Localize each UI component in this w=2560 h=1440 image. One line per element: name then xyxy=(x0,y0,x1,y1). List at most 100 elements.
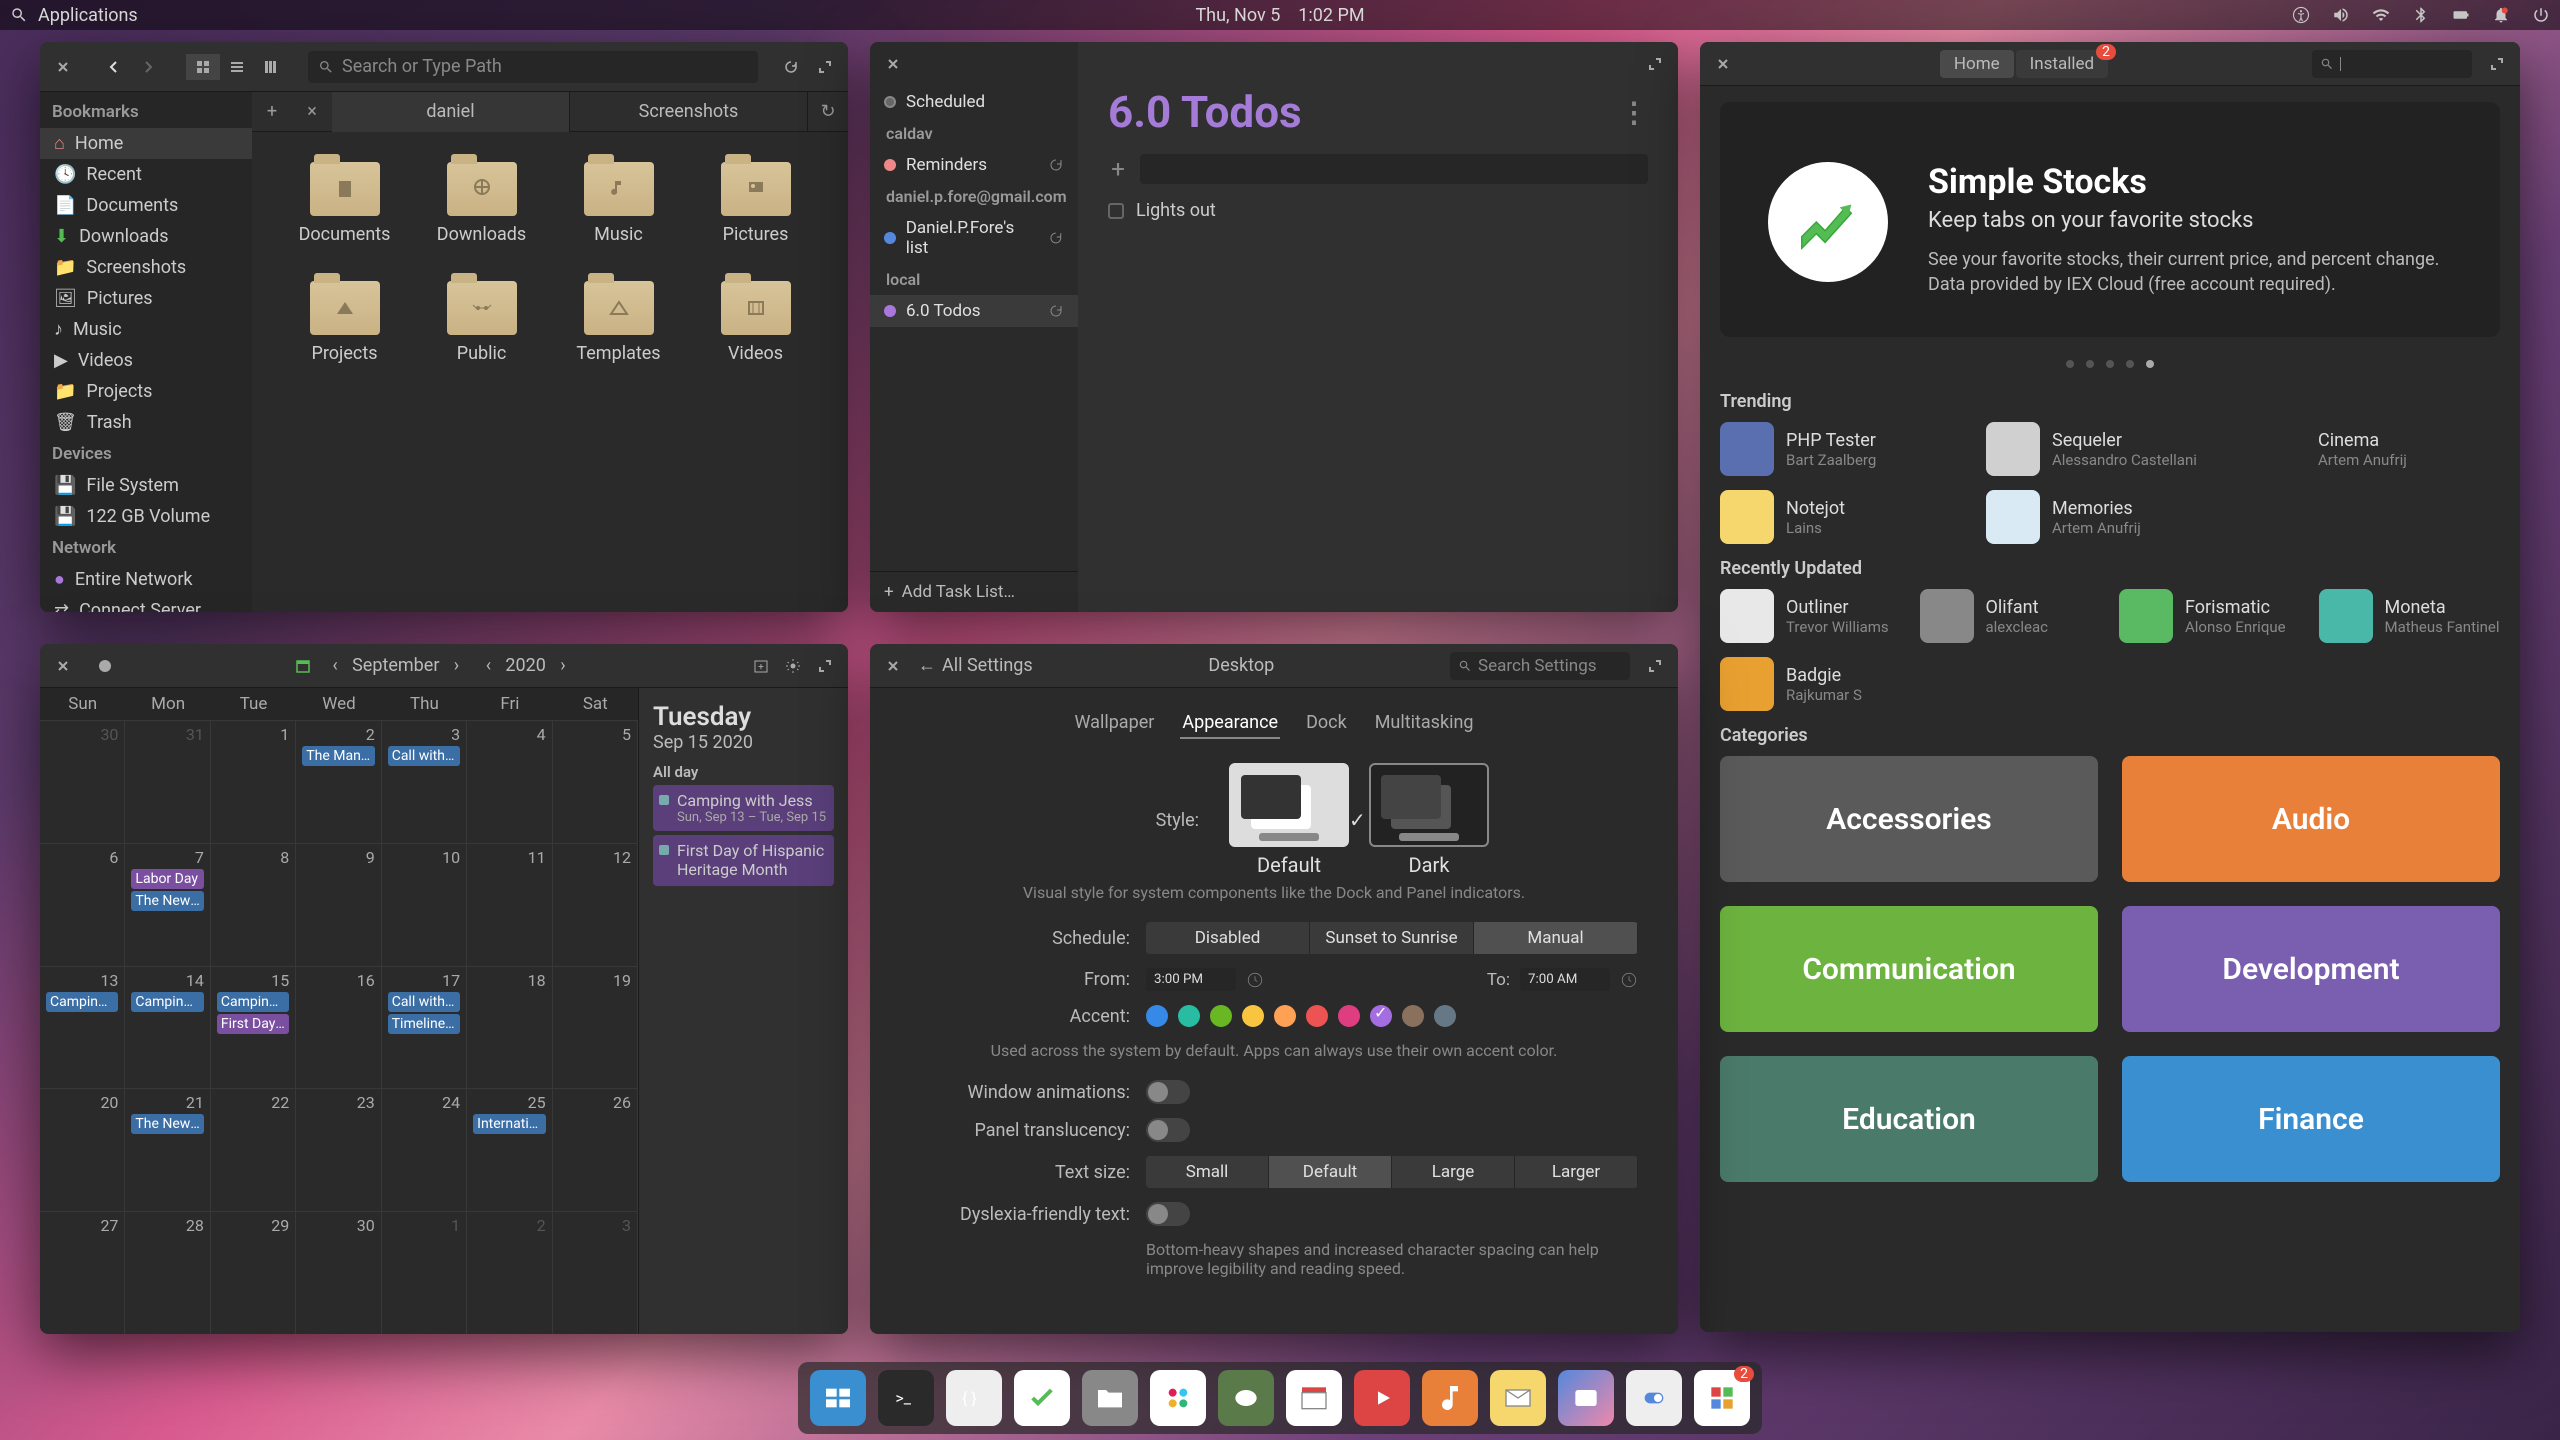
category-finance[interactable]: Finance xyxy=(2122,1056,2500,1182)
agenda-event[interactable]: Camping with JessSun, Sep 13 – Tue, Sep … xyxy=(653,785,834,831)
accent-color[interactable] xyxy=(1306,1005,1328,1027)
category-accessories[interactable]: Accessories xyxy=(1720,756,2098,882)
close-button[interactable] xyxy=(50,54,76,80)
accent-color[interactable] xyxy=(1274,1005,1296,1027)
view-list-button[interactable] xyxy=(220,54,254,80)
calendar-cell[interactable]: 24 xyxy=(382,1089,467,1211)
folder-projects[interactable]: Projects xyxy=(276,281,413,364)
dock-music[interactable] xyxy=(1422,1370,1478,1426)
accent-color[interactable] xyxy=(1370,1005,1392,1027)
battery-icon[interactable] xyxy=(2452,6,2470,24)
tab-appearance[interactable]: Appearance xyxy=(1180,708,1280,739)
calendar-cell[interactable]: 13Camping … xyxy=(40,967,125,1089)
todo-item[interactable]: Lights out xyxy=(1108,196,1648,225)
sidebar-item-documents[interactable]: 📄Documents xyxy=(40,190,252,221)
close-button[interactable] xyxy=(880,653,906,679)
sidebar-item-screenshots[interactable]: 📁Screenshots xyxy=(40,252,252,283)
panel-toggle[interactable] xyxy=(1146,1118,1190,1142)
calendar-cell[interactable]: 14Camping … xyxy=(125,967,210,1089)
wifi-icon[interactable] xyxy=(2372,6,2390,24)
sidebar-item-downloads[interactable]: ⬇Downloads xyxy=(40,221,252,252)
sidebar-item-volume[interactable]: 💾122 GB Volume xyxy=(40,501,252,532)
calendar-cell[interactable]: 12 xyxy=(553,844,638,966)
app-tile[interactable]: Olifantalexcleac xyxy=(1920,589,2102,643)
dock-gimp[interactable] xyxy=(1218,1370,1274,1426)
maximize-button[interactable] xyxy=(812,653,838,679)
accent-color[interactable] xyxy=(1434,1005,1456,1027)
accent-color[interactable] xyxy=(1402,1005,1424,1027)
dock-code[interactable]: { } xyxy=(946,1370,1002,1426)
path-bar[interactable]: Search or Type Path xyxy=(308,51,758,83)
back-button[interactable] xyxy=(101,54,127,80)
category-communication[interactable]: Communication xyxy=(1720,906,2098,1032)
tab-dock[interactable]: Dock xyxy=(1304,708,1349,739)
calendar-cell[interactable]: 20 xyxy=(40,1089,125,1211)
settings-search[interactable]: Search Settings xyxy=(1450,652,1630,680)
folder-downloads[interactable]: Downloads xyxy=(413,162,550,245)
month-label[interactable]: September xyxy=(352,655,439,676)
app-tile[interactable]: MemoriesArtem Anufrij xyxy=(1986,490,2234,544)
add-todo-button[interactable]: + xyxy=(1108,155,1128,183)
tab-screenshots[interactable]: Screenshots xyxy=(570,92,808,132)
calendar-cell[interactable]: 31 xyxy=(125,721,210,843)
dock-calendar[interactable] xyxy=(1286,1370,1342,1426)
calendar-cell[interactable]: 3Call with … xyxy=(382,721,467,843)
accent-color[interactable] xyxy=(1178,1005,1200,1027)
dock-files[interactable] xyxy=(1082,1370,1138,1426)
calendar-cell[interactable]: 9 xyxy=(296,844,381,966)
dock-terminal[interactable]: >_ xyxy=(878,1370,934,1426)
app-tile[interactable]: PHP TesterBart Zaalberg xyxy=(1720,422,1968,476)
bluetooth-icon[interactable] xyxy=(2412,6,2430,24)
search-input[interactable] xyxy=(2312,50,2472,78)
calendar-cell[interactable]: 5 xyxy=(553,721,638,843)
maximize-button[interactable] xyxy=(2484,51,2510,77)
accent-color[interactable] xyxy=(1210,1005,1232,1027)
sidebar-item-videos[interactable]: ▶Videos xyxy=(40,345,252,376)
calendar-cell[interactable]: 1 xyxy=(382,1212,467,1334)
view-columns-button[interactable] xyxy=(254,54,288,80)
calendar-cell[interactable]: 2The Man… xyxy=(296,721,381,843)
online-accounts-icon[interactable] xyxy=(92,653,118,679)
app-tile[interactable]: BadgieRajkumar S xyxy=(1720,657,1902,711)
calendar-cell[interactable]: 23 xyxy=(296,1089,381,1211)
more-icon[interactable]: ⋮ xyxy=(1620,96,1648,129)
category-education[interactable]: Education xyxy=(1720,1056,2098,1182)
folder-videos[interactable]: Videos xyxy=(687,281,824,364)
notifications-icon[interactable] xyxy=(2492,6,2510,24)
sidebar-item-music[interactable]: ♪Music xyxy=(40,314,252,345)
agenda-event[interactable]: First Day of Hispanic Heritage Month xyxy=(653,835,834,885)
calendar-cell[interactable]: 21The New … xyxy=(125,1089,210,1211)
prev-year-button[interactable]: ‹ xyxy=(475,653,501,679)
sidebar-item-projects[interactable]: 📁Projects xyxy=(40,376,252,407)
tab-installed[interactable]: Installed2 xyxy=(2016,50,2108,78)
accent-color[interactable] xyxy=(1338,1005,1360,1027)
schedule-disabled[interactable]: Disabled xyxy=(1146,922,1310,954)
dock-slack[interactable] xyxy=(1150,1370,1206,1426)
checkbox[interactable] xyxy=(1108,203,1124,219)
app-tile[interactable]: MonetaMatheus Fantinel xyxy=(2319,589,2501,643)
calendar-cell[interactable]: 3 xyxy=(553,1212,638,1334)
reload-button[interactable] xyxy=(778,54,804,80)
calendar-cell[interactable]: 29 xyxy=(211,1212,296,1334)
today-button[interactable] xyxy=(290,653,316,679)
sidebar-item-connect[interactable]: ⇄Connect Server xyxy=(40,595,252,612)
sidebar-item-network[interactable]: ●Entire Network xyxy=(40,564,252,595)
close-button[interactable] xyxy=(880,51,906,77)
power-icon[interactable] xyxy=(2532,6,2550,24)
sidebar-item-filesystem[interactable]: 💾File System xyxy=(40,470,252,501)
app-tile[interactable]: CinemaArtem Anufrij xyxy=(2252,422,2500,476)
new-todo-input[interactable] xyxy=(1140,154,1648,184)
calendar-cell[interactable]: 17Call with …Timeline … xyxy=(382,967,467,1089)
maximize-button[interactable] xyxy=(1642,653,1668,679)
view-grid-button[interactable] xyxy=(186,54,220,80)
add-event-button[interactable]: + xyxy=(748,653,774,679)
folder-documents[interactable]: Documents xyxy=(276,162,413,245)
add-task-list-button[interactable]: +Add Task List… xyxy=(870,571,1078,612)
textsize-default[interactable]: Default xyxy=(1269,1156,1392,1188)
calendar-cell[interactable]: 28 xyxy=(125,1212,210,1334)
app-tile[interactable]: ForismaticAlonso Enrique xyxy=(2119,589,2301,643)
app-tile[interactable]: SequelerAlessandro Castellani xyxy=(1986,422,2234,476)
menu-button[interactable] xyxy=(780,653,806,679)
calendar-cell[interactable]: 4 xyxy=(467,721,552,843)
calendar-cell[interactable]: 8 xyxy=(211,844,296,966)
